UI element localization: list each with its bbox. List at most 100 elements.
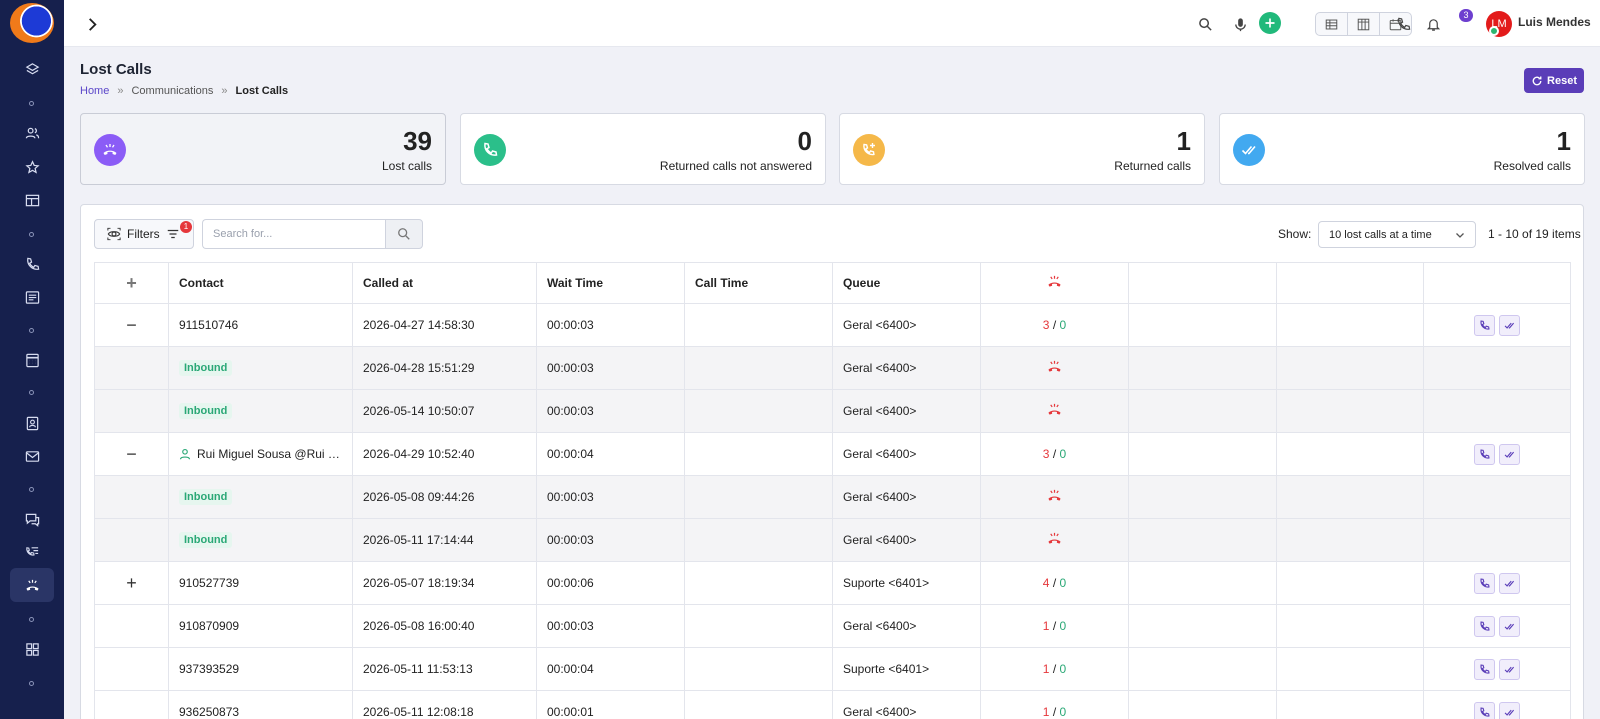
- sidebar-item-chat[interactable]: [10, 502, 54, 536]
- double-check-icon: [1504, 580, 1515, 587]
- cell-empty: [1276, 346, 1424, 390]
- cell-called-at: 2026-04-29 10:52:40: [352, 432, 537, 476]
- cell-direction: Inbound: [168, 518, 353, 562]
- sidebar-item-star[interactable]: [10, 150, 54, 184]
- column-header-wait-time[interactable]: Wait Time: [536, 262, 685, 304]
- sidebar: [0, 0, 64, 719]
- returned-count: 0: [1059, 576, 1067, 590]
- cell-contact[interactable]: 910870909: [168, 604, 353, 648]
- cell-contact[interactable]: 936250873: [168, 690, 353, 719]
- phone-icon: [1480, 663, 1490, 674]
- cell-contact[interactable]: 910527739: [168, 561, 353, 605]
- filters-button[interactable]: Filters: [94, 219, 194, 249]
- stat-card-lost-calls[interactable]: 39 Lost calls: [80, 113, 446, 185]
- cell-actions: [1423, 647, 1571, 691]
- table-view-icon[interactable]: [1316, 13, 1348, 35]
- mark-resolved-button[interactable]: [1499, 615, 1520, 637]
- breadcrumb-communications[interactable]: Communications: [131, 85, 213, 97]
- call-back-button[interactable]: [1474, 314, 1495, 336]
- table-row[interactable]: +910527739 2026-05-07 18:19:34 00:00:06 Sup…: [94, 561, 1571, 605]
- call-back-button[interactable]: [1474, 701, 1495, 719]
- table-row[interactable]: 936250873 2026-05-11 12:08:18 00:00:01 Gera…: [94, 690, 1571, 719]
- sidebar-item-table[interactable]: [10, 183, 54, 217]
- cell-empty: [1276, 561, 1424, 605]
- stat-card-resolved-calls[interactable]: 1 Resolved calls: [1219, 113, 1585, 185]
- stat-icon-circle: [853, 134, 885, 166]
- board-view-icon[interactable]: [1348, 13, 1380, 35]
- column-header-contact[interactable]: Contact: [168, 262, 353, 304]
- cell-wait-time: 00:00:03: [536, 475, 685, 519]
- sidebar-item-call-list[interactable]: [10, 535, 54, 569]
- phone-icon[interactable]: [1393, 14, 1413, 34]
- sub-call-row: Inbound 2026-05-11 17:14:44 00:00:03 Geral …: [94, 518, 1571, 562]
- cell-call-time: [684, 561, 833, 605]
- sidebar-item-phone[interactable]: [10, 247, 54, 281]
- cell-empty: [94, 604, 169, 648]
- search-input[interactable]: [202, 219, 386, 249]
- microphone-icon[interactable]: [1230, 14, 1250, 34]
- returned-count: 0: [1059, 318, 1067, 332]
- mark-resolved-button[interactable]: [1499, 572, 1520, 594]
- expand-all-button[interactable]: +: [94, 262, 169, 304]
- sidebar-section-dot: [29, 487, 34, 492]
- row-expand-toggle[interactable]: −: [94, 432, 169, 476]
- page-size-select[interactable]: 10 lost calls at a time: [1318, 221, 1476, 248]
- page-title: Lost Calls: [80, 61, 152, 78]
- cell-contact[interactable]: 937393529: [168, 647, 353, 691]
- stat-card-returned-calls[interactable]: 1 Returned calls: [839, 113, 1205, 185]
- call-back-button[interactable]: [1474, 572, 1495, 594]
- cell-empty: [1423, 518, 1571, 562]
- table-row[interactable]: − Rui Miguel Sousa @Rui Mi... 2026-04-29 1…: [94, 432, 1571, 476]
- online-status-dot: [1489, 26, 1499, 36]
- sidebar-item-calculator[interactable]: [10, 343, 54, 377]
- mark-resolved-button[interactable]: [1499, 701, 1520, 719]
- cell-call-time: [684, 303, 833, 347]
- column-header-lost-calls-icon[interactable]: [980, 262, 1129, 304]
- stat-card-returned-calls-not-answered[interactable]: 0 Returned calls not answered: [460, 113, 826, 185]
- mark-resolved-button[interactable]: [1499, 314, 1520, 336]
- add-button[interactable]: [1259, 12, 1281, 34]
- sidebar-item-dashboard[interactable]: [10, 632, 54, 666]
- table-row[interactable]: −911510746 2026-04-27 14:58:30 00:00:03 Ger…: [94, 303, 1571, 347]
- sidebar-section-dot: [29, 390, 34, 395]
- search-button[interactable]: [385, 219, 423, 249]
- double-check-icon: [1504, 451, 1515, 458]
- cell-called-at: 2026-05-08 09:44:26: [352, 475, 537, 519]
- row-expand-toggle[interactable]: −: [94, 303, 169, 347]
- cell-contact[interactable]: 911510746: [168, 303, 353, 347]
- cell-lost-returned: 1 / 0: [980, 647, 1129, 691]
- reset-button[interactable]: Reset: [1524, 68, 1584, 93]
- call-back-button[interactable]: [1474, 615, 1495, 637]
- sidebar-item-users[interactable]: [10, 116, 54, 150]
- bell-icon[interactable]: [1423, 14, 1443, 34]
- column-header-called-at[interactable]: Called at: [352, 262, 537, 304]
- call-back-button[interactable]: [1474, 443, 1495, 465]
- sidebar-item-list[interactable]: [10, 280, 54, 314]
- sidebar-item-contacts[interactable]: [10, 406, 54, 440]
- expand-sidebar-chevron-icon[interactable]: [82, 14, 102, 34]
- sidebar-item-layers[interactable]: [10, 52, 54, 86]
- table-row[interactable]: 937393529 2026-05-11 11:53:13 00:00:04 Supo…: [94, 647, 1571, 691]
- breadcrumb-home-link[interactable]: Home: [80, 85, 109, 97]
- column-header-queue[interactable]: Queue: [832, 262, 981, 304]
- mark-resolved-button[interactable]: [1499, 443, 1520, 465]
- cell-empty: [1276, 604, 1424, 648]
- cell-empty: [1276, 303, 1424, 347]
- cell-contact[interactable]: Rui Miguel Sousa @Rui Mi...: [168, 432, 353, 476]
- row-expand-toggle[interactable]: +: [94, 561, 169, 605]
- column-header-call-time[interactable]: Call Time: [684, 262, 833, 304]
- cell-empty: [94, 389, 169, 433]
- sidebar-item-lost-calls[interactable]: [10, 568, 54, 602]
- cell-empty: [1128, 647, 1277, 691]
- phone-icon: [26, 257, 39, 270]
- user-name[interactable]: Luis Mendes: [1518, 15, 1591, 29]
- cell-empty: [1128, 690, 1277, 719]
- lost-count: 1: [1042, 619, 1050, 633]
- mark-resolved-button[interactable]: [1499, 658, 1520, 680]
- call-back-button[interactable]: [1474, 658, 1495, 680]
- app-logo[interactable]: [10, 3, 54, 43]
- search-icon[interactable]: [1195, 14, 1215, 34]
- table-row[interactable]: 910870909 2026-05-08 16:00:40 00:00:03 Gera…: [94, 604, 1571, 648]
- cell-wait-time: 00:00:04: [536, 432, 685, 476]
- sidebar-item-mail[interactable]: [10, 439, 54, 473]
